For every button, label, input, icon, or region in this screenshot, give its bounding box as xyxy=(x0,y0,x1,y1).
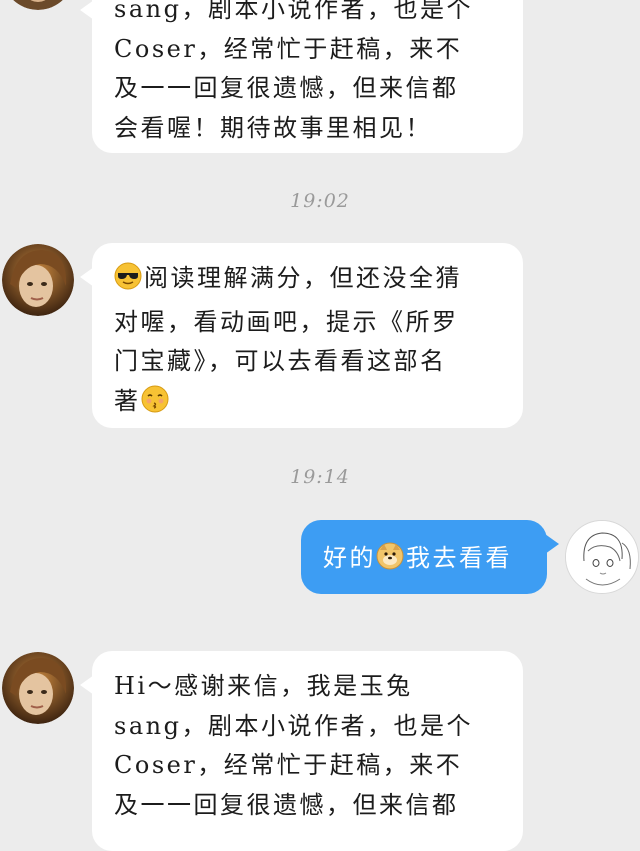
message-bubble-incoming[interactable]: Hi～感谢来信，我是玉兔 sang，剧本小说作者，也是个 Coser，经常忙于赶… xyxy=(80,651,523,851)
message-line: sang，剧本小说作者，也是个 xyxy=(114,0,473,23)
message-line: sang，剧本小说作者，也是个 xyxy=(114,711,473,740)
message-bubble-incoming[interactable]: sang，剧本小说作者，也是个 Coser，经常忙于赶稿，来不 及一一回复很遗憾… xyxy=(80,0,523,153)
contact-avatar[interactable] xyxy=(2,0,74,10)
doge-emoji-icon xyxy=(376,542,404,582)
chat-thread[interactable]: sang，剧本小说作者，也是个 Coser，经常忙于赶稿，来不 及一一回复很遗憾… xyxy=(0,0,640,851)
message-bubble-outgoing[interactable]: 好的 我去看看 xyxy=(301,520,559,594)
message-line: Coser，经常忙于赶稿，来不 xyxy=(114,751,463,779)
message-line: 会看喔！期待故事里相见！ xyxy=(114,113,432,142)
contact-avatar-image xyxy=(13,0,63,10)
message-line: 对喔，看动画吧，提示《所罗 xyxy=(114,307,459,336)
contact-avatar[interactable] xyxy=(2,244,74,316)
message-text: 我去看看 xyxy=(406,544,512,572)
contact-avatar-image xyxy=(2,244,74,316)
contact-avatar-image xyxy=(2,652,74,724)
timestamp: 19:02 xyxy=(290,190,350,212)
message-text: 著 xyxy=(114,386,141,415)
kiss-face-emoji-icon xyxy=(141,385,169,426)
message-bubble-incoming[interactable]: 阅读理解满分，但还没全猜 对喔，看动画吧，提示《所罗 门宝藏》，可以去看看这部名… xyxy=(80,243,523,428)
message-line: 及一一回复很遗憾，但来信都 xyxy=(114,790,459,819)
message-line: 门宝藏》，可以去看看这部名 xyxy=(114,347,447,375)
message-line: 阅读理解满分，但还没全猜 xyxy=(114,259,501,303)
message-text: 阅读理解满分，但还没全猜 xyxy=(144,264,462,292)
contact-avatar[interactable] xyxy=(2,652,74,724)
message-line: 及一一回复很遗憾，但来信都 xyxy=(114,74,459,102)
cool-face-emoji-icon xyxy=(114,262,142,303)
message-line: 著 xyxy=(114,382,501,426)
user-avatar-image xyxy=(566,521,638,593)
message-text: 好的 xyxy=(323,544,376,572)
message-line: Coser，经常忙于赶稿，来不 xyxy=(114,34,463,63)
user-avatar[interactable] xyxy=(565,520,639,594)
timestamp: 19:14 xyxy=(290,466,350,488)
message-line: Hi～感谢来信，我是玉兔 xyxy=(114,672,413,700)
